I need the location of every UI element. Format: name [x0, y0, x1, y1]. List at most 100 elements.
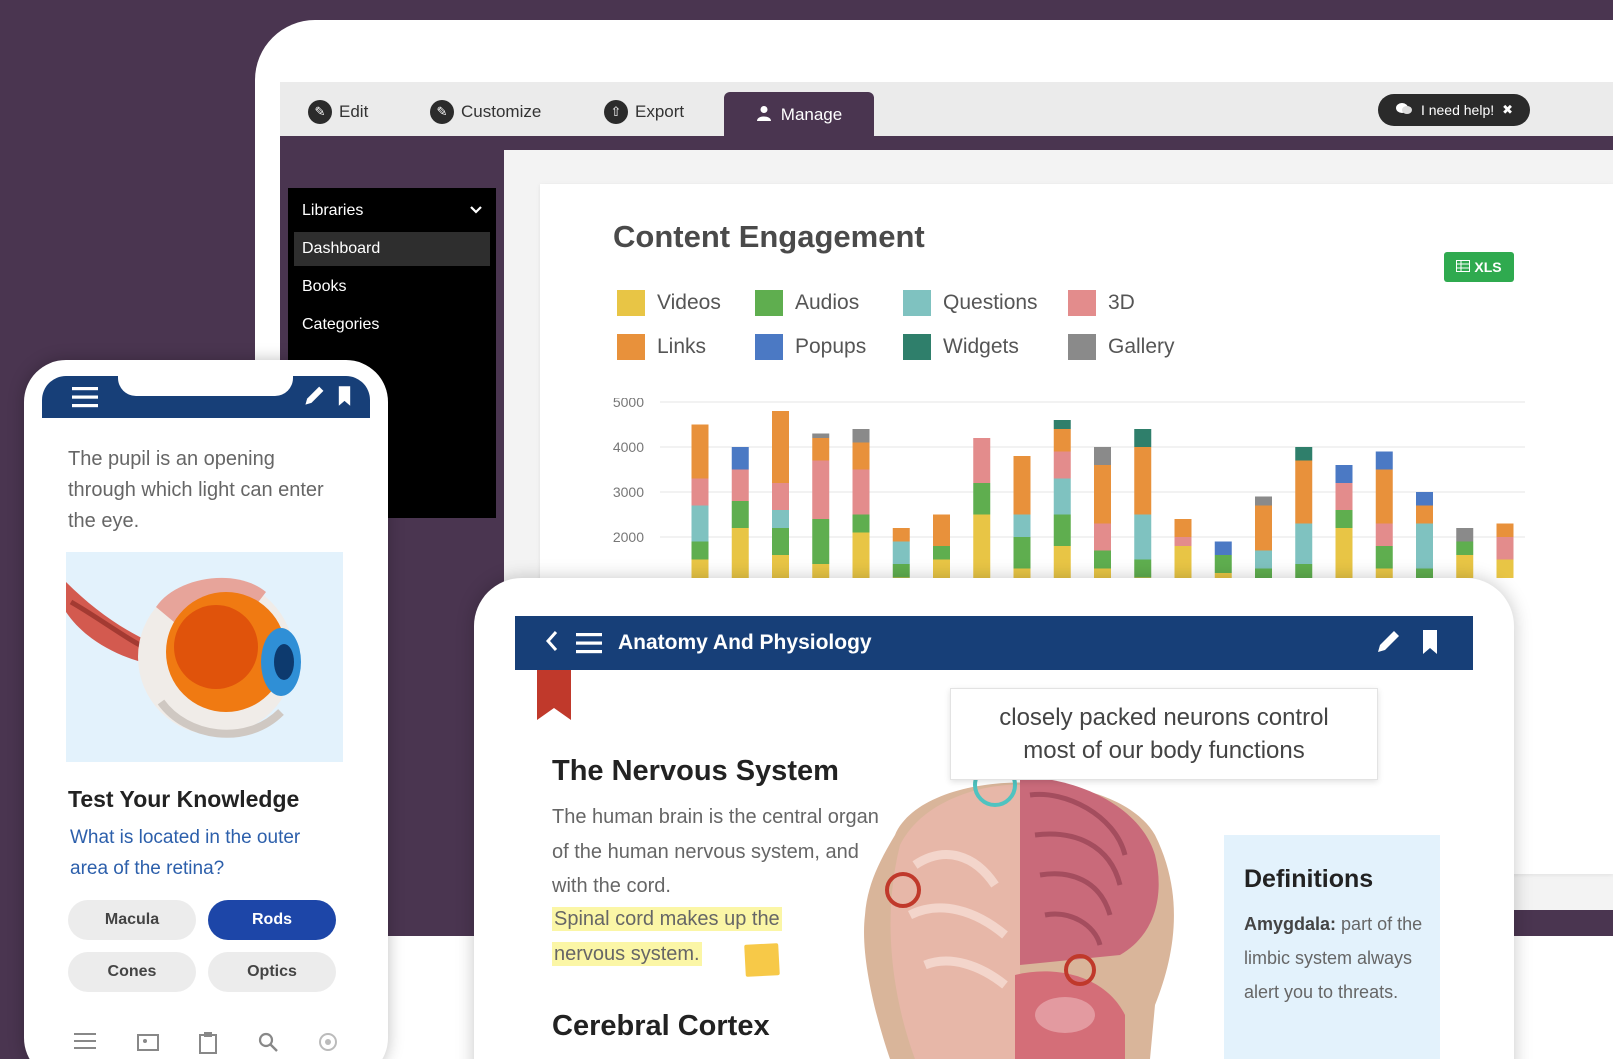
- bar-segment-audios[interactable]: [1295, 564, 1313, 578]
- bar-segment-questions[interactable]: [1255, 550, 1272, 569]
- bar-segment-audios[interactable]: [973, 483, 991, 515]
- bar-segment-3d[interactable]: [772, 483, 789, 510]
- bar-segment-videos[interactable]: [1094, 568, 1111, 579]
- bar-segment-3d[interactable]: [1053, 451, 1071, 479]
- pencil-icon[interactable]: [302, 384, 326, 413]
- bar-segment-audios[interactable]: [731, 501, 749, 528]
- pencil-icon[interactable]: [1374, 628, 1402, 661]
- bar-segment-audios[interactable]: [812, 519, 830, 564]
- bar-segment-questions[interactable]: [1295, 523, 1313, 565]
- export-button[interactable]: ⇧ Export: [604, 100, 684, 124]
- bar-segment-gallery[interactable]: [852, 429, 870, 443]
- bar-segment-links[interactable]: [1174, 519, 1192, 537]
- search-icon[interactable]: [258, 1032, 278, 1054]
- libraries-dropdown[interactable]: Libraries: [302, 202, 482, 220]
- bar-segment-3d[interactable]: [1496, 537, 1514, 560]
- bar-segment-3d[interactable]: [852, 469, 870, 515]
- bar-segment-3d[interactable]: [731, 469, 749, 502]
- bar-segment-gallery[interactable]: [1094, 447, 1111, 465]
- bar-segment-videos[interactable]: [933, 559, 950, 579]
- settings-icon[interactable]: [318, 1032, 338, 1054]
- bar-segment-widgets[interactable]: [1053, 420, 1071, 429]
- bar-segment-videos[interactable]: [852, 532, 870, 579]
- bar-segment-links[interactable]: [1094, 465, 1111, 524]
- sidebar-item-categories[interactable]: Categories: [294, 308, 490, 342]
- bar-segment-audios[interactable]: [1013, 537, 1031, 569]
- option-rods-button[interactable]: Rods: [208, 900, 336, 940]
- bar-segment-3d[interactable]: [973, 438, 991, 483]
- bar-segment-videos[interactable]: [691, 559, 709, 579]
- bar-segment-widgets[interactable]: [1295, 447, 1313, 461]
- bookmark-icon[interactable]: [1422, 630, 1438, 659]
- bar-segment-links[interactable]: [1134, 447, 1152, 515]
- bar-segment-videos[interactable]: [973, 514, 991, 579]
- bar-segment-links[interactable]: [892, 528, 910, 542]
- bar-segment-audios[interactable]: [1094, 550, 1111, 569]
- bar-segment-links[interactable]: [772, 411, 789, 483]
- bar-segment-links[interactable]: [1053, 429, 1071, 452]
- menu-icon[interactable]: [72, 386, 98, 413]
- edit-button[interactable]: ✎ Edit: [308, 100, 368, 124]
- bar-segment-links[interactable]: [1375, 469, 1393, 524]
- bar-segment-3d[interactable]: [812, 460, 830, 520]
- bar-segment-questions[interactable]: [1134, 514, 1152, 560]
- bar-segment-gallery[interactable]: [812, 433, 830, 439]
- bar-segment-audios[interactable]: [1335, 510, 1353, 528]
- bar-segment-audios[interactable]: [1134, 559, 1152, 578]
- bar-segment-videos[interactable]: [1456, 555, 1474, 578]
- bar-segment-links[interactable]: [1295, 460, 1313, 524]
- bar-segment-3d[interactable]: [1174, 537, 1192, 546]
- bar-segment-links[interactable]: [1416, 505, 1433, 524]
- list-icon[interactable]: [74, 1032, 96, 1054]
- bar-segment-audios[interactable]: [933, 546, 950, 560]
- bar-segment-questions[interactable]: [892, 541, 910, 565]
- bar-segment-videos[interactable]: [1013, 568, 1031, 579]
- bar-segment-questions[interactable]: [1053, 478, 1071, 515]
- bar-segment-audios[interactable]: [1416, 568, 1433, 579]
- bar-segment-questions[interactable]: [1416, 523, 1433, 569]
- bar-segment-videos[interactable]: [731, 528, 749, 578]
- bar-segment-popups[interactable]: [1375, 451, 1393, 470]
- bar-segment-3d[interactable]: [691, 478, 709, 506]
- sidebar-item-dashboard[interactable]: Dashboard: [294, 232, 490, 266]
- bar-segment-questions[interactable]: [1013, 514, 1031, 538]
- option-optics-button[interactable]: Optics: [208, 952, 336, 992]
- bar-segment-links[interactable]: [691, 424, 709, 479]
- tab-manage[interactable]: Manage: [724, 92, 874, 138]
- bar-segment-questions[interactable]: [772, 510, 789, 528]
- bar-segment-gallery[interactable]: [1255, 496, 1272, 506]
- bar-segment-gallery[interactable]: [1456, 528, 1474, 542]
- bar-segment-audios[interactable]: [1053, 514, 1071, 547]
- bar-segment-audios[interactable]: [852, 514, 870, 533]
- bar-segment-3d[interactable]: [1094, 523, 1111, 551]
- bar-segment-videos[interactable]: [1335, 528, 1353, 578]
- bar-segment-popups[interactable]: [731, 447, 749, 470]
- sticky-note-icon[interactable]: [744, 943, 780, 977]
- bar-segment-videos[interactable]: [772, 555, 789, 578]
- bar-segment-popups[interactable]: [1214, 541, 1232, 556]
- bar-segment-audios[interactable]: [1456, 541, 1474, 556]
- bar-segment-audios[interactable]: [772, 528, 789, 555]
- bar-segment-links[interactable]: [933, 514, 950, 547]
- bar-segment-audios[interactable]: [691, 541, 709, 560]
- clipboard-icon[interactable]: [199, 1032, 217, 1054]
- bar-segment-audios[interactable]: [1255, 568, 1272, 579]
- gallery-icon[interactable]: [136, 1032, 159, 1054]
- option-cones-button[interactable]: Cones: [68, 952, 196, 992]
- help-button[interactable]: I need help! ✖: [1378, 94, 1530, 126]
- bar-segment-links[interactable]: [1255, 505, 1272, 551]
- bar-segment-audios[interactable]: [892, 564, 910, 578]
- bar-segment-videos[interactable]: [1375, 568, 1393, 579]
- back-icon[interactable]: [545, 629, 559, 660]
- xls-export-button[interactable]: XLS: [1444, 252, 1514, 282]
- bar-segment-widgets[interactable]: [1134, 429, 1152, 447]
- option-macula-button[interactable]: Macula: [68, 900, 196, 940]
- bar-segment-videos[interactable]: [1053, 546, 1071, 578]
- sidebar-item-books[interactable]: Books: [294, 270, 490, 304]
- close-icon[interactable]: ✖: [1502, 102, 1513, 118]
- bar-segment-videos[interactable]: [812, 564, 830, 578]
- bar-segment-questions[interactable]: [691, 505, 709, 542]
- menu-icon[interactable]: [576, 632, 602, 654]
- bar-segment-3d[interactable]: [1375, 523, 1393, 547]
- bar-segment-links[interactable]: [1496, 523, 1514, 538]
